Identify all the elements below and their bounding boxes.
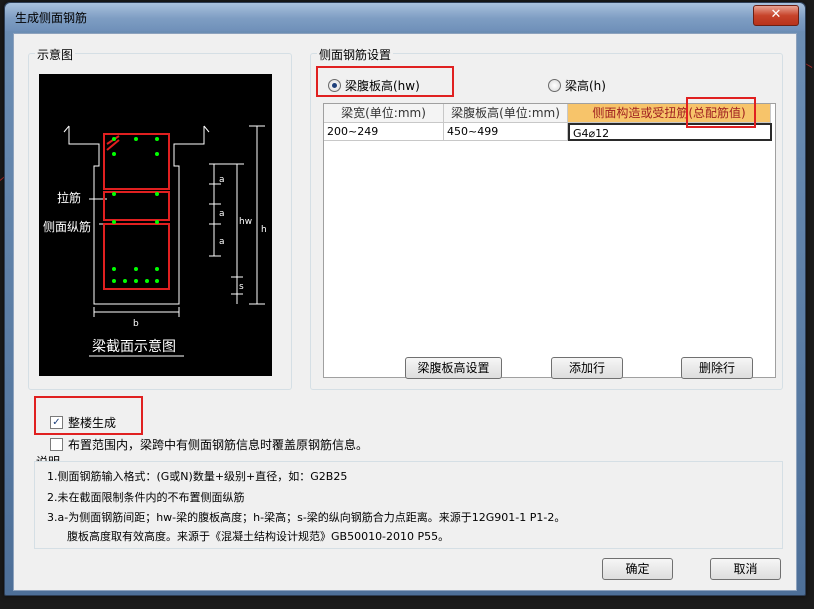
drawing-caption: 梁截面示意图 — [92, 338, 176, 355]
beam-section-svg: 拉筋 侧面纵筋 a a a hw h s b 梁截面示意图 — [43, 125, 267, 357]
dim-s: s — [239, 282, 244, 292]
title-bar[interactable]: 生成侧面钢筋 ✕ — [5, 3, 805, 31]
note-line-3: 3.a-为侧面钢筋间距；hw-梁的腹板高度；h-梁高；s-梁的纵向钢筋合力点距离… — [47, 511, 566, 524]
close-button[interactable]: ✕ — [753, 5, 799, 26]
override-label[interactable]: 布置范围内，梁跨中有侧面钢筋信息时覆盖原钢筋信息。 — [68, 436, 368, 453]
add-row-button[interactable]: 添加行 — [551, 357, 623, 379]
col-header-beam-width[interactable]: 梁宽(单位:mm) — [324, 104, 444, 123]
dim-h: h — [261, 225, 267, 235]
override-checkbox-row[interactable]: 布置范围内，梁跨中有侧面钢筋信息时覆盖原钢筋信息。 — [50, 436, 368, 453]
schematic-group: 示意图 拉筋 侧面纵筋 a a a hw h s b 梁截面示意图 — [28, 46, 292, 390]
dim-hw: hw — [239, 217, 252, 227]
ok-button[interactable]: 确定 — [602, 558, 673, 580]
highlight-box-web-height — [316, 66, 454, 97]
side-rebar-table[interactable]: 梁宽(单位:mm) 梁腹板高(单位:mm) 侧面构造或受扭筋(总配筋值) 200… — [323, 103, 776, 378]
dim-a-1: a — [219, 175, 225, 185]
highlight-box-total-value — [686, 97, 756, 128]
dim-a-3: a — [219, 237, 225, 247]
notes-panel: 1.侧面钢筋输入格式：(G或N)数量+级别+直径，如：G2B25 2.未在截面限… — [34, 461, 783, 549]
settings-group-label: 侧面钢筋设置 — [317, 46, 394, 63]
cell-web-height[interactable]: 450~499 — [444, 123, 568, 141]
beam-section-drawing: 拉筋 侧面纵筋 a a a hw h s b 梁截面示意图 — [39, 74, 272, 376]
radio-beam-height-label[interactable]: 梁高(h) — [565, 77, 606, 94]
side-long-bar-label: 侧面纵筋 — [43, 219, 91, 234]
delete-row-button[interactable]: 删除行 — [681, 357, 753, 379]
window-title: 生成侧面钢筋 — [15, 11, 88, 25]
desktop-background: 生成侧面钢筋 ✕ 示意图 拉筋 侧面纵筋 a a a hw h s b 梁截面示… — [0, 0, 814, 609]
note-line-4: 腹板高度取有效高度。来源于《混凝土结构设计规范》GB50010-2010 P55… — [67, 530, 450, 543]
col-header-web-height[interactable]: 梁腹板高(单位:mm) — [444, 104, 568, 123]
tie-bar-label: 拉筋 — [57, 190, 81, 205]
dim-b: b — [133, 319, 139, 329]
dialog-window: 生成侧面钢筋 ✕ 示意图 拉筋 侧面纵筋 a a a hw h s b 梁截面示… — [4, 2, 806, 596]
radio-beam-height[interactable]: 梁高(h) — [548, 77, 606, 94]
web-height-settings-button[interactable]: 梁腹板高设置 — [405, 357, 502, 379]
note-line-1: 1.侧面钢筋输入格式：(G或N)数量+级别+直径，如：G2B25 — [47, 470, 348, 483]
dim-a-2: a — [219, 209, 225, 219]
cancel-button[interactable]: 取消 — [710, 558, 781, 580]
override-checkbox[interactable] — [50, 438, 63, 451]
note-line-2: 2.未在截面限制条件内的不布置侧面纵筋 — [47, 491, 245, 504]
radio-beam-height-indicator[interactable] — [548, 79, 561, 92]
schematic-group-label: 示意图 — [35, 46, 76, 63]
highlight-box-whole-building — [34, 396, 143, 435]
dialog-client-area: 示意图 拉筋 侧面纵筋 a a a hw h s b 梁截面示意图 侧面钢筋设置… — [13, 33, 797, 591]
cell-beam-width[interactable]: 200~249 — [324, 123, 444, 141]
